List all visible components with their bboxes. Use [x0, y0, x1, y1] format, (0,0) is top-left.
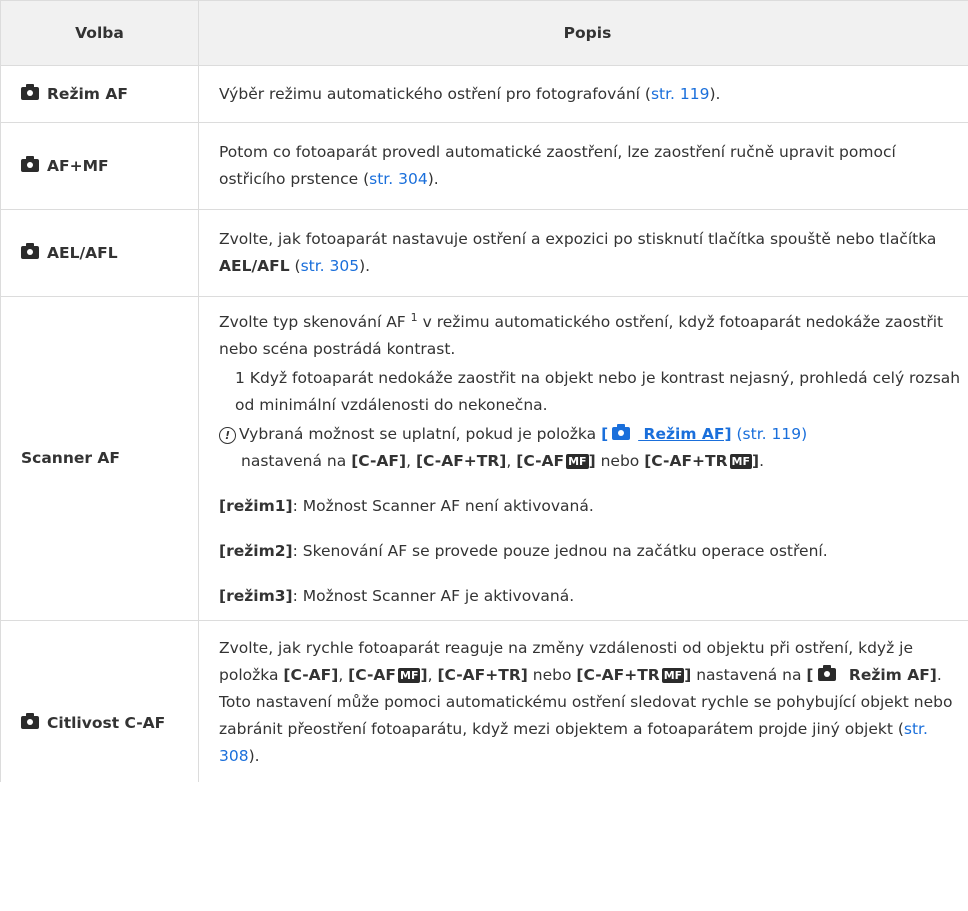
mf-badge: MF: [398, 668, 421, 683]
option-cell: Scanner AF: [0, 296, 199, 621]
page-link[interactable]: str. 304: [369, 170, 428, 188]
table-row: AEL/AFL Zvolte, jak fotoaparát nastavuje…: [0, 209, 968, 297]
description-end: ).: [248, 747, 260, 765]
description-text: nastavená na: [691, 666, 807, 684]
column-header-description: Popis: [198, 0, 968, 66]
camera-icon: [21, 155, 39, 172]
camera-icon: [612, 424, 631, 440]
notice-text: nastavená na: [241, 452, 352, 470]
column-header-option: Volba: [0, 0, 199, 66]
setting-name: Režim AF]: [638, 425, 732, 443]
mode-1-description: [režim1]: Možnost Scanner AF není aktivo…: [219, 493, 962, 520]
option-value: [C-AF MF]: [516, 452, 595, 470]
option-value: [C-AF+TR]: [437, 666, 528, 684]
notice-text: Vybraná možnost se uplatní, pokud je pol…: [239, 425, 602, 443]
scanner-intro: Zvolte typ skenování AF 1 v režimu autom…: [219, 309, 962, 363]
page-link[interactable]: str. 305: [301, 257, 360, 275]
separator: ,: [406, 452, 416, 470]
description-cell: Zvolte, jak rychle fotoaparát reaguje na…: [198, 620, 968, 782]
notice-icon: !: [219, 427, 236, 444]
option-cell: Režim AF: [0, 65, 199, 123]
description-cell: Zvolte typ skenování AF 1 v režimu autom…: [198, 296, 968, 621]
camera-icon: [21, 242, 39, 259]
mode-text: : Možnost Scanner AF není aktivovaná.: [292, 497, 594, 515]
option-value-part: [C-AF+TR: [644, 452, 728, 470]
option-cell: AF+MF: [0, 122, 199, 210]
table-row: Scanner AF Zvolte typ skenování AF 1 v r…: [0, 296, 968, 621]
option-value-part: ]: [420, 666, 428, 684]
option-value-part: ]: [588, 452, 596, 470]
page-link[interactable]: str. 119: [651, 85, 710, 103]
mode-3-description: [režim3]: Možnost Scanner AF je aktivova…: [219, 583, 962, 610]
option-label: Citlivost C-AF: [47, 713, 166, 732]
camera-icon: [21, 712, 39, 729]
intro-text: Zvolte typ skenování AF: [219, 313, 406, 331]
option-cell: Citlivost C-AF: [0, 620, 199, 782]
description-text: Výběr režimu automatického ostření pro f…: [219, 84, 651, 103]
option-value: [C-AF+TR]: [415, 452, 507, 470]
mode-2-description: [režim2]: Skenování AF se provede pouze …: [219, 538, 962, 565]
bracket-open: [: [601, 425, 609, 443]
bracket-open: [: [806, 666, 814, 684]
description-end: ).: [359, 257, 371, 275]
af-settings-table: Volba Popis Režim AF Výběr režimu automa…: [0, 0, 968, 782]
period: .: [759, 452, 765, 470]
settings-table-container: Volba Popis Režim AF Výběr režimu automa…: [0, 0, 968, 782]
description-end: ).: [427, 170, 439, 188]
button-name: AEL/AFL: [219, 257, 290, 275]
description-text: Zvolte, jak fotoaparát nastavuje ostření…: [219, 230, 937, 248]
description-text: Potom co fotoaparát provedl automatické …: [219, 143, 896, 188]
table-header-row: Volba Popis: [0, 0, 968, 66]
setting-link[interactable]: [ Režim AF]: [601, 424, 732, 443]
mode-text: : Možnost Scanner AF je aktivovaná.: [292, 587, 575, 605]
option-value-part: [C-AF+TR: [576, 666, 660, 684]
footnote-marker: 1: [410, 311, 418, 324]
mode-label: [režim1]: [219, 497, 293, 515]
option-label: Scanner AF: [21, 449, 121, 467]
mode-label: [režim2]: [219, 542, 293, 560]
camera-icon: [21, 83, 39, 100]
option-value: [C-AF+TR MF]: [576, 666, 691, 684]
option-label: AEL/AFL: [47, 243, 118, 262]
footnote: 1 Když fotoaparát nedokáže zaostřit na o…: [235, 369, 961, 414]
mf-badge: MF: [729, 454, 752, 469]
description-mid: (: [289, 257, 301, 275]
mode-text: : Skenování AF se provede pouze jednou n…: [292, 542, 828, 560]
setting-reference: [ Režim AF]: [806, 665, 937, 684]
mf-badge: MF: [566, 454, 589, 469]
separator: ,: [506, 452, 517, 470]
separator: ,: [427, 666, 438, 684]
camera-icon: [817, 665, 836, 681]
option-label: AF+MF: [47, 156, 109, 175]
option-value: [C-AF MF]: [348, 666, 427, 684]
option-label: Režim AF: [47, 84, 128, 103]
separator: ,: [338, 666, 349, 684]
table-row: Režim AF Výběr režimu automatického ostř…: [0, 65, 968, 123]
option-value: [C-AF+TR MF]: [644, 452, 759, 470]
description-cell: Potom co fotoaparát provedl automatické …: [198, 122, 968, 210]
mf-badge: MF: [661, 668, 685, 683]
description-end: ).: [709, 84, 721, 103]
table-row: Citlivost C-AF Zvolte, jak rychle fotoap…: [0, 620, 968, 782]
description-cell: Výběr režimu automatického ostření pro f…: [198, 65, 968, 123]
option-value-part: [C-AF: [516, 452, 565, 470]
table-row: AF+MF Potom co fotoaparát provedl automa…: [0, 122, 968, 210]
separator: nebo: [527, 666, 577, 684]
setting-name: Režim AF]: [843, 666, 937, 684]
page-link[interactable]: (str. 119): [737, 425, 808, 443]
option-value: [C-AF]: [283, 666, 339, 684]
separator: nebo: [595, 452, 645, 470]
option-value-part: [C-AF: [348, 666, 397, 684]
notice: ! Vybraná možnost se uplatní, pokud je po…: [219, 421, 962, 475]
mode-label: [režim3]: [219, 587, 293, 605]
option-value: [C-AF]: [351, 452, 407, 470]
description-cell: Zvolte, jak fotoaparát nastavuje ostření…: [198, 209, 968, 297]
option-cell: AEL/AFL: [0, 209, 199, 297]
